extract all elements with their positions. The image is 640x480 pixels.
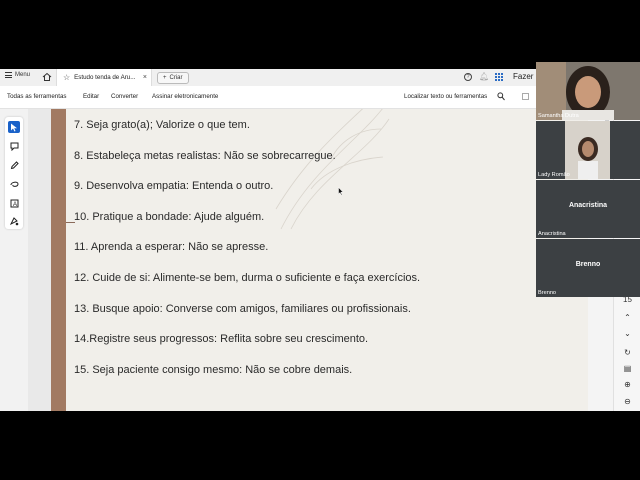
apps-grid-icon[interactable] xyxy=(495,73,503,81)
draw-loop-icon[interactable] xyxy=(8,178,20,190)
participant-name: Samantha Dutra xyxy=(538,113,579,119)
list-item: 8. Estabeleça metas realistas: Não se so… xyxy=(74,150,336,162)
list-item: 15. Seja paciente consigo mesmo: Não se … xyxy=(74,364,353,376)
create-button[interactable]: + Criar xyxy=(157,72,189,84)
save-icon[interactable] xyxy=(522,93,529,100)
refresh-icon[interactable]: ↻ xyxy=(614,348,640,357)
participant-label: Anacristina xyxy=(568,202,608,209)
zoom-out-icon[interactable]: ⊖ xyxy=(614,397,640,406)
participant-name: Brenno xyxy=(538,290,557,296)
list-item: 7. Seja grato(a); Valorize o que tem. xyxy=(74,119,250,131)
pdf-page: 7. Seja grato(a); Valorize o que tem. 8.… xyxy=(51,109,588,411)
bell-icon[interactable]: 🔔︎ xyxy=(479,72,489,81)
list-item: 9. Desenvolva empatia: Entenda o outro. xyxy=(74,180,274,192)
zoom-in-icon[interactable]: ⊕ xyxy=(614,380,640,389)
document-tab[interactable]: ☆ Estudo tenda de Aru... × xyxy=(56,69,152,86)
participant-name: Lady Romão xyxy=(538,172,570,178)
plus-icon: + xyxy=(163,75,167,81)
chevron-down-icon[interactable]: ⌄ xyxy=(614,329,640,338)
menu-label: Menu xyxy=(15,72,31,78)
stamp-icon[interactable] xyxy=(8,215,20,227)
participant-tile[interactable]: Samantha Dutra xyxy=(536,62,640,120)
participant-video xyxy=(536,121,640,179)
header-right-label[interactable]: Fazer xyxy=(513,72,533,81)
text-box-icon[interactable]: A xyxy=(8,197,20,209)
select-cursor-icon[interactable] xyxy=(8,121,20,133)
create-label: Criar xyxy=(169,75,183,81)
convert-button[interactable]: Converter xyxy=(111,93,138,100)
comment-icon[interactable] xyxy=(8,140,20,152)
participant-tile[interactable]: Brenno Brenno xyxy=(536,239,640,297)
close-tab-icon[interactable]: × xyxy=(143,74,147,81)
document-icon[interactable]: ▤ xyxy=(614,364,640,373)
list-item: 13. Busque apoio: Converse com amigos, f… xyxy=(74,303,411,315)
mouse-cursor-icon xyxy=(338,187,344,196)
participant-video xyxy=(536,62,640,120)
participant-name: Anacristina xyxy=(538,231,566,237)
list-item: 12. Cuide de si: Alimente-se bem, durma … xyxy=(74,272,421,284)
search-tools-field[interactable]: Localizar texto ou ferramentas xyxy=(404,93,487,100)
svg-text:A: A xyxy=(13,202,17,208)
help-icon[interactable]: ? xyxy=(464,73,472,81)
participant-tile[interactable]: Lady Romão xyxy=(536,121,640,179)
all-tools-button[interactable]: Todas as ferramentas xyxy=(7,93,67,100)
participant-tile[interactable]: Anacristina Anacristina xyxy=(536,180,640,238)
decorative-leaf-graphic xyxy=(275,109,390,230)
sign-button[interactable]: Assinar eletronicamente xyxy=(152,93,218,100)
participant-label: Brenno xyxy=(575,261,601,268)
tab-title: Estudo tenda de Aru... xyxy=(74,74,136,81)
menu-button[interactable]: Menu xyxy=(5,72,30,78)
left-tool-rail: A xyxy=(0,109,28,411)
hamburger-icon xyxy=(5,72,12,78)
page-decorative-strip xyxy=(51,109,66,411)
home-icon[interactable] xyxy=(42,72,52,82)
star-icon[interactable]: ☆ xyxy=(63,73,70,82)
search-icon[interactable] xyxy=(497,92,505,101)
chevron-up-icon[interactable]: ⌃ xyxy=(614,313,640,322)
list-item: 14.Registre seus progressos: Reflita sob… xyxy=(74,333,369,345)
list-item: 11. Aprenda a esperar: Não se apresse. xyxy=(74,241,269,253)
quick-tools-panel: A xyxy=(5,117,23,229)
list-item: 10. Pratique a bondade: Ajude alguém. xyxy=(74,211,265,223)
edit-button[interactable]: Editar xyxy=(83,93,99,100)
pen-icon[interactable] xyxy=(8,159,20,171)
